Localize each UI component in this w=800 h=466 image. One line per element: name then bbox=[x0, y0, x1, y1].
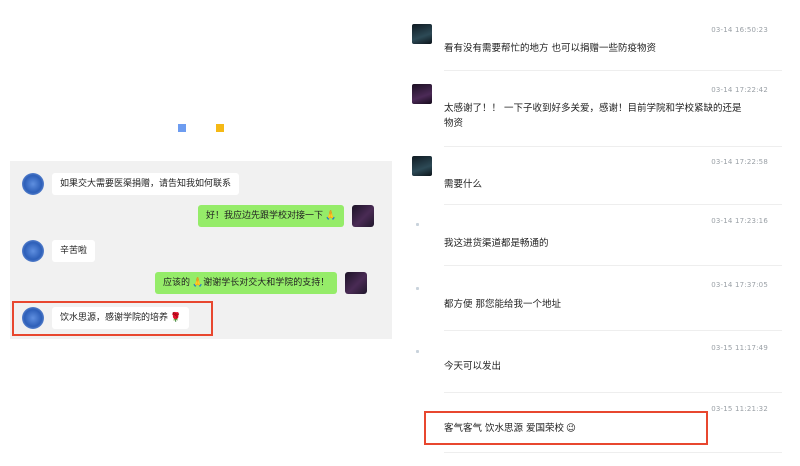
comment-timestamp: 03-15 11:17:49 bbox=[711, 344, 768, 352]
comment-text: 看有没有需要帮忙的地方 也可以捐赠一些防疫物资 bbox=[444, 43, 657, 54]
avatar[interactable] bbox=[22, 240, 44, 262]
comment-timestamp: 03-14 17:23:16 bbox=[711, 217, 768, 225]
highlight-box bbox=[12, 301, 213, 336]
comment-timestamp: 03-14 16:50:23 bbox=[711, 26, 768, 34]
chat-text: 应该的 bbox=[163, 278, 191, 288]
chat-message-2: 好！我应边先跟学校对接一下 🙏 bbox=[198, 205, 375, 227]
chat-message-4: 应该的 🙏谢谢学长对交大和学院的支持！ bbox=[155, 272, 368, 294]
divider bbox=[444, 70, 782, 71]
chat-text: 好！我应边先跟学校对接一下 bbox=[206, 211, 324, 221]
avatar[interactable] bbox=[412, 215, 432, 235]
divider bbox=[444, 204, 782, 205]
comment-item-2: 03-14 17:22:42 太感谢了！！ 一下子收到好多关爱，感谢！目前学院和… bbox=[412, 84, 772, 140]
comment-item-4: 03-14 17:23:16 我这进货渠道都是畅通的 bbox=[412, 215, 772, 255]
blue-dot-icon bbox=[178, 124, 186, 132]
pray-emoji-icon: 🙏 bbox=[325, 211, 337, 221]
comment-text: 今天可以发出 bbox=[444, 361, 502, 372]
avatar[interactable] bbox=[22, 173, 44, 195]
comment-timestamp: 03-14 17:37:05 bbox=[711, 281, 768, 289]
chat-message-3: 辛苦啦 bbox=[22, 240, 96, 262]
divider bbox=[444, 265, 782, 266]
chat-text-2: 谢谢学长对交大和学院的支持！ bbox=[203, 278, 330, 288]
avatar[interactable] bbox=[412, 342, 432, 362]
comment-timestamp: 03-15 11:21:32 bbox=[711, 405, 768, 413]
highlight-box bbox=[424, 411, 708, 445]
pray-emoji-icon: 🙏 bbox=[192, 278, 204, 288]
chat-message-1: 如果交大需要医渠捐赠，请告知我如何联系 bbox=[22, 173, 240, 195]
divider bbox=[444, 392, 782, 393]
chat-bubble: 辛苦啦 bbox=[52, 240, 96, 262]
yellow-dot-icon bbox=[216, 124, 224, 132]
divider bbox=[444, 330, 782, 331]
comment-item-6: 03-15 11:17:49 今天可以发出 bbox=[412, 342, 772, 382]
chat-bubble: 好！我应边先跟学校对接一下 🙏 bbox=[198, 205, 345, 227]
comment-text: 我这进货渠道都是畅通的 bbox=[444, 238, 549, 249]
comment-item-3: 03-14 17:22:58 需要什么 bbox=[412, 156, 772, 196]
comment-timestamp: 03-14 17:22:42 bbox=[711, 86, 768, 94]
comment-text: 太感谢了！！ 一下子收到好多关爱，感谢！目前学院和学校紧缺的还是物资 bbox=[444, 103, 742, 129]
comment-text: 都方便 那您能给我一个地址 bbox=[444, 299, 562, 310]
chat-bubble: 应该的 🙏谢谢学长对交大和学院的支持！ bbox=[155, 272, 338, 294]
comment-timestamp: 03-14 17:22:58 bbox=[711, 158, 768, 166]
avatar[interactable] bbox=[412, 279, 432, 299]
divider bbox=[444, 146, 782, 147]
comment-text: 需要什么 bbox=[444, 179, 483, 190]
avatar[interactable] bbox=[352, 205, 375, 227]
avatar[interactable] bbox=[412, 156, 432, 176]
avatar[interactable] bbox=[345, 272, 368, 294]
comment-item-1: 03-14 16:50:23 看有没有需要帮忙的地方 也可以捐赠一些防疫物资 bbox=[412, 24, 772, 64]
avatar[interactable] bbox=[412, 84, 432, 104]
divider bbox=[444, 452, 782, 453]
chat-bubble: 如果交大需要医渠捐赠，请告知我如何联系 bbox=[52, 173, 240, 195]
comment-item-5: 03-14 17:37:05 都方便 那您能给我一个地址 bbox=[412, 279, 772, 319]
avatar[interactable] bbox=[412, 24, 432, 44]
